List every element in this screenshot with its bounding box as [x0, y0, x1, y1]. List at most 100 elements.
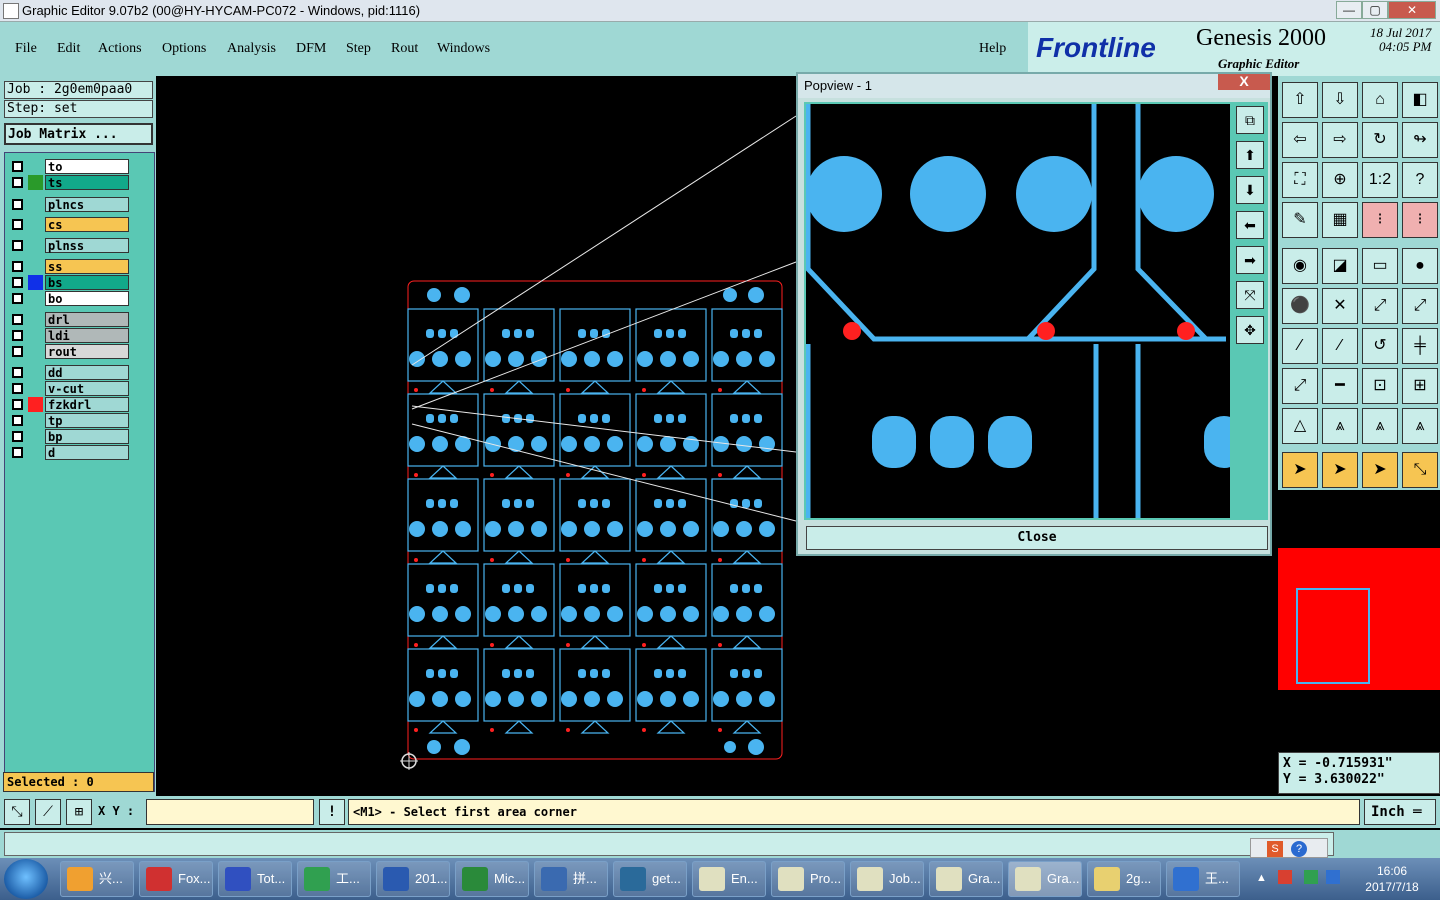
cross-icon[interactable]: ✕ [1322, 288, 1358, 324]
layer-checkbox[interactable] [12, 330, 23, 341]
layer-name[interactable]: ss [45, 259, 129, 274]
menu-file[interactable]: File [15, 41, 37, 57]
rotate-icon[interactable]: ↻ [1362, 122, 1398, 158]
layer-name[interactable]: to [45, 159, 129, 174]
menu-actions[interactable]: Actions [98, 41, 142, 57]
circle-icon[interactable]: ● [1402, 248, 1438, 284]
right-icon[interactable]: ⇨ [1322, 122, 1358, 158]
unit-selector[interactable]: Inch ═ [1364, 799, 1436, 825]
menu-windows[interactable]: Windows [437, 41, 490, 57]
menu-rout[interactable]: Rout [391, 41, 418, 57]
taskbar-item[interactable]: 兴... [60, 861, 134, 897]
layer-name[interactable]: ts [45, 175, 129, 190]
maximize-button[interactable]: ▢ [1362, 1, 1388, 19]
layer-color-swatch[interactable] [28, 217, 43, 232]
ruler-icon[interactable]: ▭ [1362, 248, 1398, 284]
layer-color-swatch[interactable] [28, 291, 43, 306]
help-icon[interactable]: ? [1291, 841, 1307, 857]
line-alt-icon[interactable]: ⁄ [1322, 328, 1358, 364]
select-icon[interactable]: ➤ [1282, 452, 1318, 488]
peak-icon[interactable]: ⩓ [1322, 408, 1358, 444]
arc-icon[interactable]: ↺ [1362, 328, 1398, 364]
connect-icon[interactable]: ⤢ [1362, 288, 1398, 324]
tray-network-icon[interactable] [1304, 870, 1318, 884]
ime-toolbar[interactable]: S ? [1250, 838, 1328, 858]
house-icon[interactable]: ⌂ [1362, 82, 1398, 118]
layer-checkbox[interactable] [12, 161, 23, 172]
layer-color-swatch[interactable] [28, 429, 43, 444]
tray-app-icon[interactable] [1278, 870, 1292, 884]
pan-down-icon[interactable]: ⬇ [1236, 176, 1264, 204]
layer-color-swatch[interactable] [28, 344, 43, 359]
layer-color-swatch[interactable] [28, 275, 43, 290]
layer-name[interactable]: dd [45, 365, 129, 380]
system-clock[interactable]: 16:06 2017/7/18 [1348, 863, 1436, 895]
minimap[interactable] [1278, 548, 1440, 690]
layer-color-swatch[interactable] [28, 397, 43, 412]
help-icon[interactable]: ? [1402, 162, 1438, 198]
taskbar-item[interactable]: 王... [1166, 861, 1240, 897]
minimize-button[interactable]: — [1336, 1, 1362, 19]
layer-name[interactable]: fzkdrl [45, 397, 129, 412]
node-icon[interactable]: ⚫ [1282, 288, 1318, 324]
pan-up-icon[interactable]: ⬆ [1236, 141, 1264, 169]
layer-name[interactable]: drl [45, 312, 129, 327]
layer-name[interactable]: bp [45, 429, 129, 444]
menu-step[interactable]: Step [346, 41, 371, 57]
layer-color-swatch[interactable] [28, 197, 43, 212]
layer-checkbox[interactable] [12, 293, 23, 304]
connect-alt-icon[interactable]: ⤢ [1402, 288, 1438, 324]
pad-icon[interactable]: ◉ [1282, 248, 1318, 284]
zoom-in-icon[interactable]: ⤧ [1236, 281, 1264, 309]
down-icon[interactable]: ⇩ [1322, 82, 1358, 118]
layer-name[interactable]: cs [45, 217, 129, 232]
layer-name[interactable]: ldi [45, 328, 129, 343]
peak-blue-icon[interactable]: ⩓ [1402, 408, 1438, 444]
taskbar-item[interactable]: Mic... [455, 861, 529, 897]
layer-name[interactable]: plnss [45, 238, 129, 253]
taskbar-item[interactable]: Job... [850, 861, 924, 897]
select-red-icon[interactable]: ➤ [1362, 452, 1398, 488]
layer-checkbox[interactable] [12, 277, 23, 288]
layer-color-swatch[interactable] [28, 328, 43, 343]
layer-checkbox[interactable] [12, 367, 23, 378]
layer-checkbox[interactable] [12, 314, 23, 325]
taskbar-item[interactable]: 2g... [1087, 861, 1161, 897]
layer-color-swatch[interactable] [28, 381, 43, 396]
taskbar-item[interactable]: Pro... [771, 861, 845, 897]
zoom-out-icon[interactable]: ✥ [1236, 316, 1264, 344]
taskbar-item[interactable]: Gra... [1008, 861, 1082, 897]
home-icon[interactable]: ⇧ [1282, 82, 1318, 118]
menu-analysis[interactable]: Analysis [227, 41, 276, 57]
taskbar-item[interactable]: 工... [297, 861, 371, 897]
layer-name[interactable]: d [45, 445, 129, 460]
menu-help[interactable]: Help [979, 41, 1006, 57]
layer-checkbox[interactable] [12, 447, 23, 458]
start-button[interactable] [4, 859, 48, 899]
pan-right-icon[interactable]: ➡ [1236, 246, 1264, 274]
layer-color-swatch[interactable] [28, 413, 43, 428]
layer-checkbox[interactable] [12, 415, 23, 426]
layer-name[interactable]: v-cut [45, 381, 129, 396]
tray-arrow-icon[interactable]: ▲ [1256, 872, 1267, 884]
layer-checkbox[interactable] [12, 177, 23, 188]
grid-icon[interactable]: ⊞ [66, 799, 92, 825]
box-icon[interactable]: ⊡ [1362, 368, 1398, 404]
dots-alt-icon[interactable]: ⁝ [1402, 202, 1438, 238]
menu-dfm[interactable]: DFM [296, 41, 326, 57]
xy-input[interactable] [146, 799, 314, 825]
layer-checkbox[interactable] [12, 399, 23, 410]
swap-icon[interactable]: ↬ [1402, 122, 1438, 158]
layer-color-swatch[interactable] [28, 175, 43, 190]
center-icon[interactable]: ⊕ [1322, 162, 1358, 198]
taskbar-item[interactable]: get... [613, 861, 687, 897]
line-icon[interactable]: ⁄ [1282, 328, 1318, 364]
layer-color-swatch[interactable] [28, 238, 43, 253]
mirror-icon[interactable]: ╪ [1402, 328, 1438, 364]
color-icon[interactable]: ◪ [1322, 248, 1358, 284]
layer-checkbox[interactable] [12, 346, 23, 357]
layer-checkbox[interactable] [12, 383, 23, 394]
layout-icon[interactable]: ◧ [1402, 82, 1438, 118]
layer-checkbox[interactable] [12, 219, 23, 230]
popview-canvas[interactable] [804, 102, 1244, 520]
